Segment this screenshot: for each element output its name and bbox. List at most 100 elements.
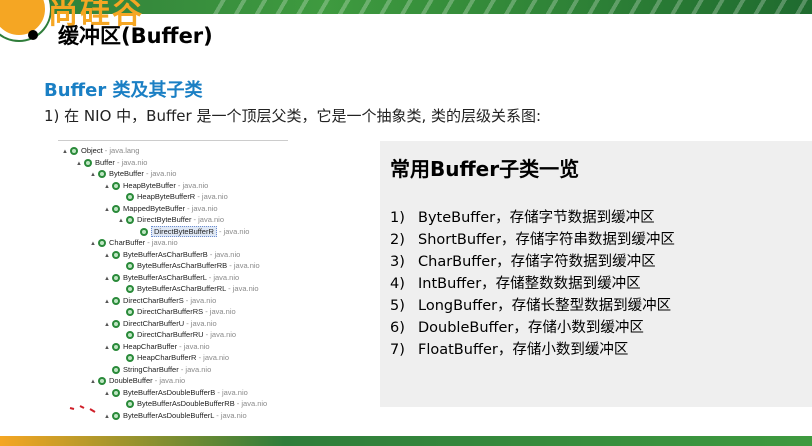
list-item: 1) ByteBuffer，存储字节数据到缓冲区 [390,207,675,229]
tree-node-package: - java.nio [177,341,210,351]
list-item-text: FloatBuffer，存储小数到缓冲区 [418,342,629,358]
class-icon [112,411,120,420]
tree-node-package: - java.nio [215,387,248,397]
expand-arrow-icon[interactable]: ▲ [104,389,112,400]
list-item-text: LongBuffer，存储长整型数据到缓冲区 [418,298,672,314]
tree-row[interactable]: ByteBufferAsCharBufferRL - java.nio [118,283,259,294]
tree-node-package: - java.nio [145,238,178,247]
tree-row[interactable]: ▲ ByteBufferAsDoubleBufferB - java.nio [104,387,248,398]
list-item-text: DoubleBuffer，存储小数到缓冲区 [418,320,644,336]
tree-row[interactable]: DirectByteBufferR - java.nio [132,225,250,237]
tree-row[interactable]: DirectCharBufferRU - java.nio [118,329,236,340]
tree-row[interactable]: ▲ ByteBufferAsCharBufferB - java.nio [104,249,240,260]
tree-node-name: Object [81,146,103,155]
bottom-banner [0,436,812,446]
tree-row[interactable]: HeapByteBufferR - java.nio [118,191,228,202]
section-subtitle: Buffer 类及其子类 [44,80,203,101]
expand-arrow-icon[interactable]: ▲ [62,147,70,158]
buffer-subclass-list: 1) ByteBuffer，存储字节数据到缓冲区 2) ShortBuffer，存储字… [390,207,675,361]
tree-node-name: HeapByteBufferR [137,192,196,201]
list-item: 6) DoubleBuffer，存储小数到缓冲区 [390,317,675,339]
tree-row[interactable]: DirectCharBufferRS - java.nio [118,306,236,317]
tree-row[interactable]: ▲ Buffer - java.nio [76,157,147,168]
list-item: 3) CharBuffer，存储字符数据到缓冲区 [390,251,675,273]
expand-arrow-icon[interactable]: ▲ [118,216,126,227]
list-item-number: 7) [390,342,405,358]
tree-node-name: ByteBuffer [109,169,144,178]
class-icon [126,193,134,202]
tree-node-name: HeapByteBuffer [123,180,176,190]
expand-arrow-icon[interactable]: ▲ [104,343,112,354]
expand-arrow-icon[interactable]: ▲ [104,251,112,262]
tree-row[interactable]: ▲ MappedByteBuffer - java.nio [104,203,218,214]
tree-node-package: - java.nio [206,272,240,282]
tree-node-package: - java.nio [183,295,217,305]
tree-node-name: DoubleBuffer [109,376,153,385]
tree-row[interactable]: StringCharBuffer - java.nio [104,364,211,375]
buffer-subclass-panel: 常用Buffer子类一览 1) ByteBuffer，存储字节数据到缓冲区 2) Sh… [380,141,812,407]
annotation-mark-icon [69,405,96,413]
tree-row[interactable]: ▲ ByteBuffer - java.nio [90,168,176,179]
tree-node-package: - java.nio [216,226,250,236]
intro-text: 1) 在 NIO 中，Buffer 是一个顶层父类，它是一个抽象类, 类的层级关… [44,107,542,125]
tree-row[interactable]: ▲ CharBuffer - java.nio [90,237,178,248]
class-icon [126,216,134,225]
list-item-text: ByteBuffer，存储字节数据到缓冲区 [418,210,655,226]
tree-node-name: DirectCharBufferRU [137,330,204,339]
class-hierarchy-tree: ▲ Object - java.lang ▲ Buffer - java.nio ▲ By… [58,140,288,425]
tree-node-package: - java.nio [185,203,218,213]
expand-arrow-icon[interactable]: ▲ [104,182,112,193]
tree-row[interactable]: ▲ DoubleBuffer - java.nio [90,375,185,386]
class-icon [112,388,120,397]
class-icon [126,354,134,363]
tree-row[interactable]: ▲ Object - java.lang [62,145,139,156]
tree-node-name: DirectCharBufferS [123,295,184,305]
class-icon [112,181,120,190]
tree-node-package: - java.nio [227,261,260,270]
class-icon [112,273,120,282]
tree-node-package: - java.nio [175,180,209,190]
tree-row[interactable]: ByteBufferAsDoubleBufferRB - java.nio [118,398,267,409]
tree-node-name: DirectCharBufferU [123,318,185,328]
expand-arrow-icon[interactable]: ▲ [90,170,98,181]
class-icon [84,158,92,167]
list-item: 4) IntBuffer，存储整数数据到缓冲区 [390,273,675,295]
class-icon [98,377,106,386]
list-item: 7) FloatBuffer，存储小数到缓冲区 [390,339,675,361]
tree-row[interactable]: ▲ ByteBufferAsCharBufferL - java.nio [104,272,239,283]
tree-row[interactable]: ByteBufferAsCharBufferRB - java.nio [118,260,260,271]
expand-arrow-icon[interactable]: ▲ [90,239,98,250]
tree-node-package: - java.nio [191,215,224,224]
tree-node-name: StringCharBuffer [123,364,179,374]
expand-arrow-icon[interactable]: ▲ [104,205,112,216]
class-icon [112,319,120,328]
expand-arrow-icon[interactable]: ▲ [104,274,112,285]
tree-node-package: - java.nio [178,364,212,374]
tree-row[interactable]: HeapCharBufferR - java.nio [118,352,229,363]
class-icon [112,250,120,259]
list-item-number: 2) [390,232,405,248]
class-icon [112,296,120,305]
tree-node-package: - java.nio [203,330,237,339]
tree-row[interactable]: ▲ DirectByteBuffer - java.nio [118,214,224,225]
list-item: 2) ShortBuffer，存储字符串数据到缓冲区 [390,229,675,251]
tree-row[interactable]: ▲ HeapCharBuffer - java.nio [104,341,210,352]
tree-node-name: DirectByteBufferR [151,225,217,237]
class-icon [126,285,134,294]
tree-node-package: - java.nio [184,318,217,328]
expand-arrow-icon[interactable]: ▲ [76,159,84,170]
tree-row[interactable]: ▲ DirectCharBufferU - java.nio [104,318,217,329]
tree-row[interactable]: ▲ HeapByteBuffer - java.nio [104,180,208,191]
expand-arrow-icon[interactable]: ▲ [104,297,112,308]
tree-node-name: DirectCharBufferRS [137,307,204,316]
expand-arrow-icon[interactable]: ▲ [90,377,98,388]
list-item-text: IntBuffer，存储整数数据到缓冲区 [418,276,641,292]
class-icon [112,204,120,213]
class-icon [112,365,120,374]
banner-stripes [205,0,812,14]
page-title: 缓冲区(Buffer) [58,24,213,48]
tree-row[interactable]: ▲ ByteBufferAsDoubleBufferL - java.nio [104,410,247,421]
tree-row[interactable]: ▲ DirectCharBufferS - java.nio [104,295,216,306]
expand-arrow-icon[interactable]: ▲ [104,320,112,331]
tree-node-name: ByteBufferAsCharBufferRB [137,261,228,270]
